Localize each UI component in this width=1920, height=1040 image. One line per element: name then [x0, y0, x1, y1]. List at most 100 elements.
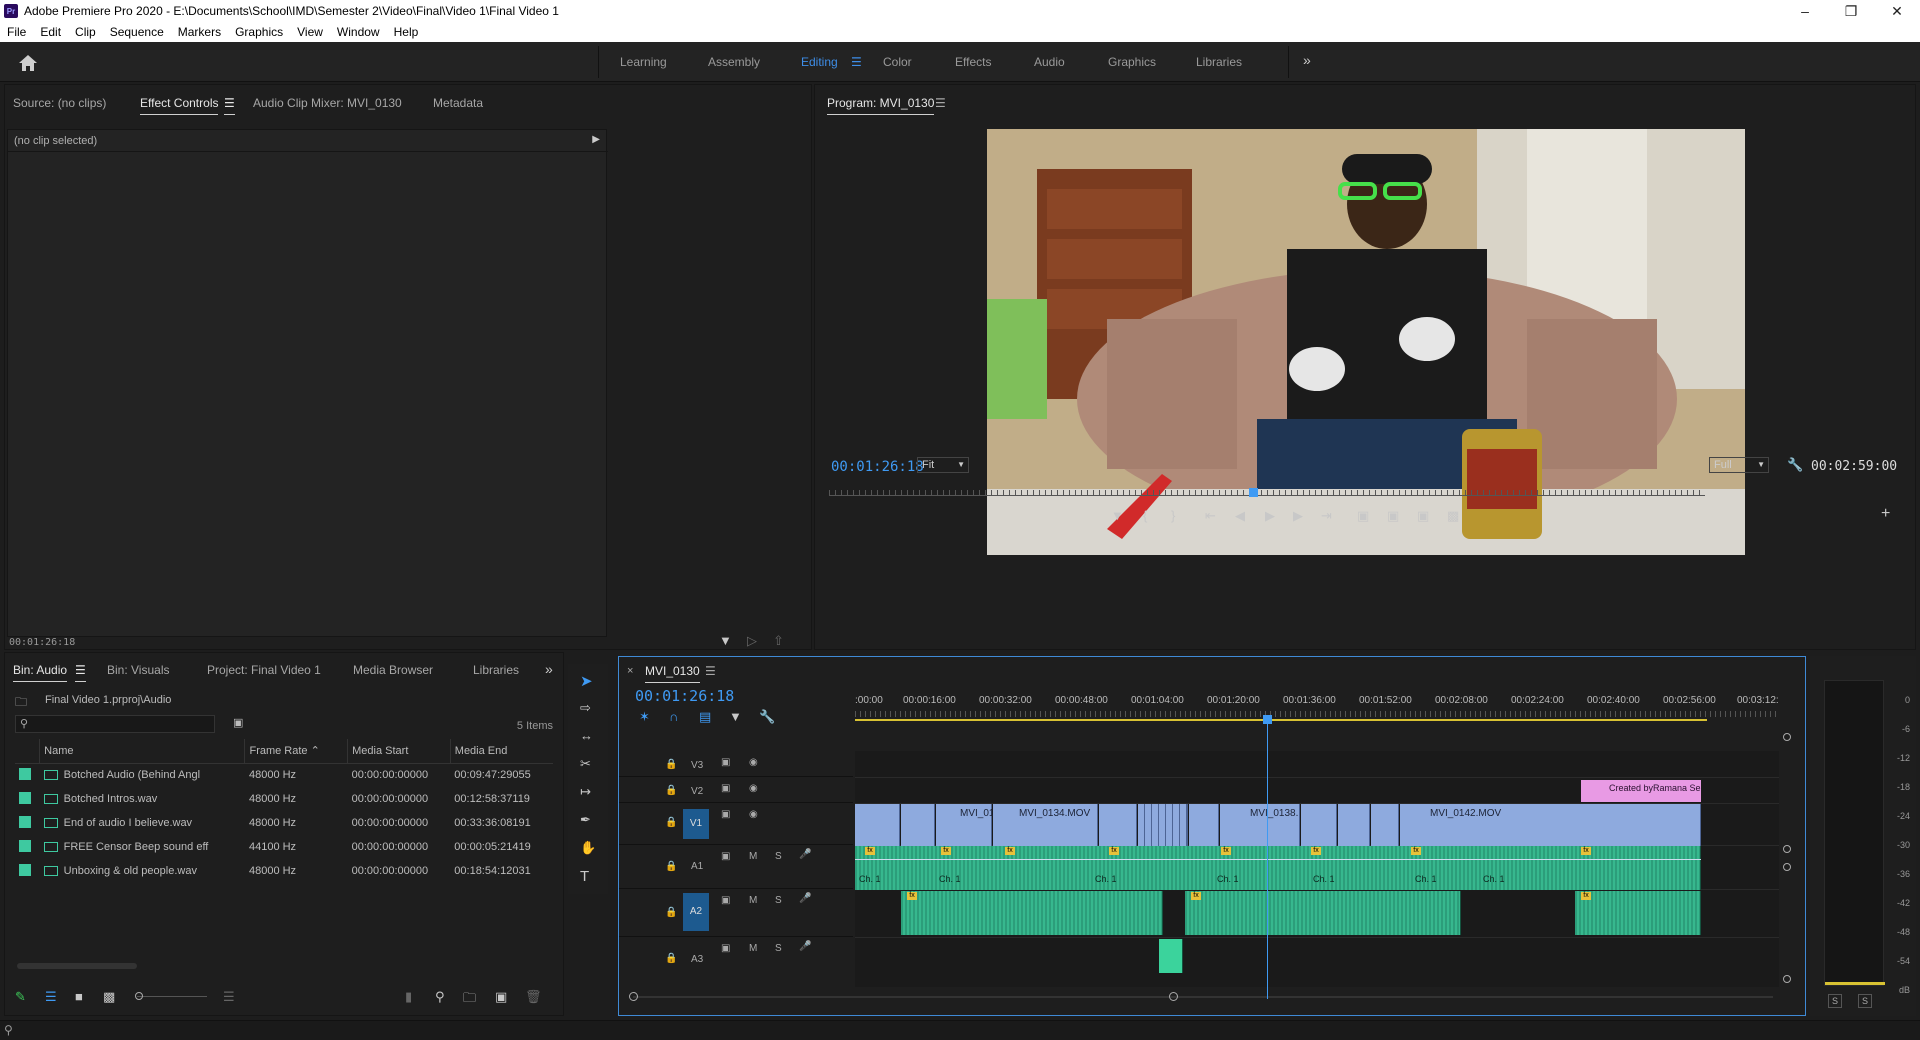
- icon-view-icon[interactable]: ■: [75, 989, 83, 1004]
- new-item-icon[interactable]: ▣: [495, 989, 507, 1005]
- razor-tool-icon[interactable]: ✂: [580, 756, 591, 772]
- microphone-icon[interactable]: 🎤: [799, 893, 811, 904]
- menu-view[interactable]: View: [290, 25, 330, 39]
- nest-toggle-icon[interactable]: ✶: [639, 709, 650, 725]
- export-icon[interactable]: ⇧: [773, 633, 784, 649]
- scroll-handle-top[interactable]: [1783, 733, 1791, 741]
- program-menu-icon[interactable]: ☰: [935, 96, 946, 110]
- eye-icon[interactable]: ◉: [749, 757, 758, 768]
- horizontal-scrollbar[interactable]: [17, 963, 137, 969]
- ripple-edit-tool-icon[interactable]: ↔: [580, 728, 593, 743]
- zoom-slider-handle[interactable]: [135, 992, 143, 1000]
- sync-lock-icon[interactable]: ▣: [721, 757, 730, 768]
- tab-effect-controls[interactable]: Effect Controls: [140, 96, 219, 115]
- table-row[interactable]: Unboxing & old people.wav 48000 Hz 00:00…: [15, 859, 553, 883]
- workspace-tab-color[interactable]: Color: [883, 55, 912, 69]
- freeform-view-icon[interactable]: ▩: [103, 989, 115, 1005]
- workspace-tab-effects[interactable]: Effects: [955, 55, 991, 69]
- column-name[interactable]: Name: [39, 739, 246, 763]
- audio-clip[interactable]: [1159, 939, 1183, 973]
- sequence-tab[interactable]: MVI_0130: [645, 664, 700, 683]
- time-ruler[interactable]: :00:00 00:00:16:00 00:00:32:00 00:00:48:…: [855, 695, 1779, 729]
- timeline-horizontal-scrollbar[interactable]: [633, 996, 1773, 998]
- workspace-tab-graphics[interactable]: Graphics: [1108, 55, 1156, 69]
- tab-metadata[interactable]: Metadata: [433, 96, 483, 110]
- linked-selection-icon[interactable]: ▤: [699, 709, 711, 725]
- tab-libraries[interactable]: Libraries: [473, 663, 519, 677]
- video-clip[interactable]: MVI_01: [936, 804, 994, 846]
- mute-button[interactable]: M: [749, 895, 757, 906]
- filter-icon[interactable]: ▼: [719, 633, 732, 648]
- sort-icons-icon[interactable]: ☰: [223, 989, 235, 1005]
- microphone-icon[interactable]: 🎤: [799, 941, 811, 952]
- menu-clip[interactable]: Clip: [68, 25, 103, 39]
- tab-project[interactable]: Project: Final Video 1: [207, 663, 321, 677]
- add-marker-icon[interactable]: ▼: [729, 709, 742, 724]
- column-frame-rate[interactable]: Frame Rate ⌃: [244, 739, 349, 763]
- video-clip[interactable]: [901, 804, 935, 846]
- comparison-view-icon[interactable]: ▩: [1447, 508, 1459, 524]
- menu-graphics[interactable]: Graphics: [228, 25, 290, 39]
- sync-lock-icon[interactable]: ▣: [721, 943, 730, 954]
- slip-tool-icon[interactable]: ↦: [580, 784, 591, 800]
- track-a2-label[interactable]: A2: [683, 893, 709, 931]
- hand-tool-icon[interactable]: ✋: [580, 840, 596, 856]
- add-marker-icon[interactable]: ▼: [1111, 508, 1124, 523]
- menu-markers[interactable]: Markers: [171, 25, 228, 39]
- track-v1-label[interactable]: V1: [683, 809, 709, 839]
- workspace-tab-learning[interactable]: Learning: [620, 55, 667, 69]
- title-clip[interactable]: Created byRamana Se: [1581, 780, 1701, 802]
- work-area-bar[interactable]: [855, 719, 1707, 721]
- table-row[interactable]: End of audio I believe.wav 48000 Hz 00:0…: [15, 811, 553, 835]
- video-clip[interactable]: MVI_0142.MOV: [1400, 804, 1701, 846]
- video-clip[interactable]: MVI_0134.MOV: [993, 804, 1098, 846]
- menu-window[interactable]: Window: [330, 25, 387, 39]
- mark-out-icon[interactable]: }: [1171, 508, 1175, 523]
- audio-clip[interactable]: [1575, 891, 1701, 935]
- tab-bin-audio[interactable]: Bin: Audio: [13, 663, 68, 682]
- solo-right-button[interactable]: S: [1858, 994, 1872, 1008]
- program-timecode[interactable]: 00:01:26:18: [831, 459, 924, 475]
- video-clip[interactable]: [1338, 804, 1370, 846]
- restore-icon[interactable]: ❐: [1828, 0, 1874, 22]
- new-search-bin-icon[interactable]: ▣: [233, 716, 243, 729]
- column-media-start[interactable]: Media Start: [347, 739, 451, 763]
- scroll-handle-mid[interactable]: [1783, 845, 1791, 853]
- expand-arrow-icon[interactable]: ▶: [592, 134, 600, 145]
- export-frame-icon[interactable]: ▣: [1417, 508, 1429, 524]
- step-back-icon[interactable]: ◀: [1235, 508, 1245, 524]
- audio-clip[interactable]: [1185, 891, 1461, 935]
- workspace-tab-assembly[interactable]: Assembly: [708, 55, 760, 69]
- bin-search-input[interactable]: ⚲: [15, 715, 215, 733]
- column-media-end[interactable]: Media End: [450, 739, 553, 763]
- lock-icon[interactable]: 🔒: [665, 785, 677, 796]
- video-clip[interactable]: MVI_0138.: [1220, 804, 1300, 846]
- selection-tool-icon[interactable]: ➤: [580, 672, 593, 690]
- scroll-handle-bottom[interactable]: [1783, 975, 1791, 983]
- resolution-select[interactable]: Full ▼: [1709, 457, 1769, 473]
- menu-file[interactable]: File: [0, 25, 33, 39]
- sequence-menu-icon[interactable]: ☰: [705, 664, 716, 678]
- mark-in-icon[interactable]: {: [1143, 508, 1147, 523]
- mute-button[interactable]: M: [749, 851, 757, 862]
- tab-media-browser[interactable]: Media Browser: [353, 663, 433, 677]
- video-clip[interactable]: [855, 804, 900, 846]
- tab-bin-visuals[interactable]: Bin: Visuals: [107, 663, 169, 677]
- eye-icon[interactable]: ◉: [749, 783, 758, 794]
- solo-left-button[interactable]: S: [1828, 994, 1842, 1008]
- type-tool-icon[interactable]: T: [580, 868, 589, 885]
- play-icon[interactable]: ▶: [1265, 508, 1275, 524]
- workspace-tab-editing[interactable]: Editing: [801, 55, 838, 69]
- play-audio-icon[interactable]: ▷: [747, 633, 757, 649]
- pen-tool-icon[interactable]: ✒: [580, 812, 591, 828]
- microphone-icon[interactable]: 🎤: [799, 849, 811, 860]
- audio-clip[interactable]: [901, 891, 1163, 935]
- more-workspaces-icon[interactable]: »: [1303, 52, 1311, 68]
- write-mode-icon[interactable]: ✎: [15, 989, 26, 1005]
- lock-icon[interactable]: 🔒: [665, 817, 677, 828]
- sync-lock-icon[interactable]: ▣: [721, 783, 730, 794]
- video-clip[interactable]: [1189, 804, 1219, 846]
- home-icon[interactable]: [18, 54, 38, 72]
- clear-icon[interactable]: 🗑: [525, 989, 542, 1005]
- video-clip[interactable]: [1099, 804, 1137, 846]
